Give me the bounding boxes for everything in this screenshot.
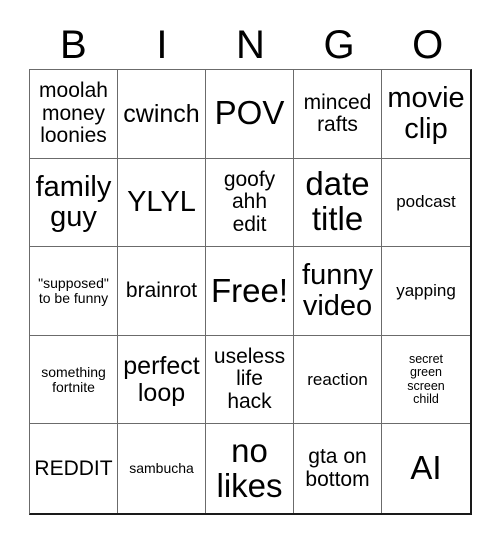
bingo-cell-label: sambucha	[129, 460, 194, 477]
bingo-cell-i4[interactable]: perfect loop	[118, 335, 206, 425]
bingo-cell-label: YLYL	[127, 186, 196, 219]
bingo-header-letter-i: I	[156, 22, 168, 67]
bingo-cell-g3[interactable]: funny video	[294, 247, 382, 336]
bingo-cell-o5[interactable]: AI	[382, 424, 470, 513]
bingo-cell-g5[interactable]: gta on bottom	[294, 424, 382, 513]
bingo-cell-g1[interactable]: minced rafts	[294, 70, 382, 159]
bingo-header-letter-b: B	[59, 22, 87, 67]
bingo-cell-label: cwinch	[123, 99, 200, 128]
bingo-grid: moolah money loonies cwinch POV minced r…	[29, 69, 472, 515]
bingo-cell-label: perfect loop	[123, 352, 200, 407]
bingo-cell-b2[interactable]: family guy	[30, 158, 118, 248]
bingo-cell-label: gta on bottom	[305, 445, 370, 491]
bingo-cell-n4[interactable]: useless life hack	[206, 335, 294, 425]
bingo-cell-label: goofy ahh edit	[223, 168, 276, 236]
bingo-cell-i1[interactable]: cwinch	[118, 70, 206, 159]
bingo-cell-label: "supposed" to be funny	[38, 275, 109, 306]
bingo-cell-i2[interactable]: YLYL	[118, 158, 206, 248]
bingo-cell-label: minced rafts	[303, 90, 372, 136]
bingo-cell-free-space[interactable]: Free!	[206, 247, 294, 336]
bingo-cell-label: AI	[410, 449, 442, 487]
bingo-cell-label: movie clip	[387, 82, 465, 145]
bingo-cell-b3[interactable]: "supposed" to be funny	[30, 247, 118, 336]
bingo-cell-label: moolah money loonies	[39, 79, 108, 147]
bingo-cell-label: funny video	[302, 259, 373, 322]
bingo-cell-b5[interactable]: REDDIT	[30, 424, 118, 513]
bingo-cell-n5[interactable]: no likes	[206, 424, 294, 513]
bingo-cell-g4[interactable]: reaction	[294, 335, 382, 425]
bingo-header-row: B I N G O	[29, 20, 472, 69]
bingo-cell-o2[interactable]: podcast	[382, 158, 470, 248]
bingo-cell-i3[interactable]: brainrot	[118, 247, 206, 336]
bingo-cell-label: REDDIT	[34, 456, 113, 480]
bingo-cell-label: something fortnite	[41, 363, 106, 395]
bingo-cell-b4[interactable]: something fortnite	[30, 335, 118, 425]
bingo-cell-label: useless life hack	[213, 345, 286, 413]
bingo-cell-label: brainrot	[125, 278, 198, 302]
bingo-cell-o4[interactable]: secret green screen child	[382, 335, 470, 425]
bingo-cell-o3[interactable]: yapping	[382, 247, 470, 336]
bingo-cell-n1[interactable]: POV	[206, 70, 294, 159]
bingo-header-letter-g: G	[323, 22, 355, 67]
bingo-cell-label: yapping	[396, 280, 456, 300]
bingo-cell-label: no likes	[216, 431, 283, 504]
bingo-cell-b1[interactable]: moolah money loonies	[30, 70, 118, 159]
bingo-cell-label: family guy	[35, 170, 112, 234]
bingo-header-letter-n: N	[236, 22, 265, 67]
bingo-cell-label: podcast	[396, 192, 456, 212]
bingo-cell-i5[interactable]: sambucha	[118, 424, 206, 513]
bingo-cell-label: date title	[305, 165, 370, 238]
bingo-card: B I N G O moolah money loonies cwinch PO…	[0, 0, 500, 544]
bingo-cell-label: secret green screen child	[407, 352, 445, 406]
bingo-cell-label: reaction	[307, 369, 368, 389]
bingo-cell-g2[interactable]: date title	[294, 158, 382, 248]
bingo-cell-n2[interactable]: goofy ahh edit	[206, 158, 294, 248]
bingo-cell-label: Free!	[210, 271, 289, 309]
bingo-cell-label: POV	[214, 94, 285, 132]
bingo-header-letter-o: O	[412, 22, 444, 67]
bingo-cell-o1[interactable]: movie clip	[382, 70, 470, 159]
